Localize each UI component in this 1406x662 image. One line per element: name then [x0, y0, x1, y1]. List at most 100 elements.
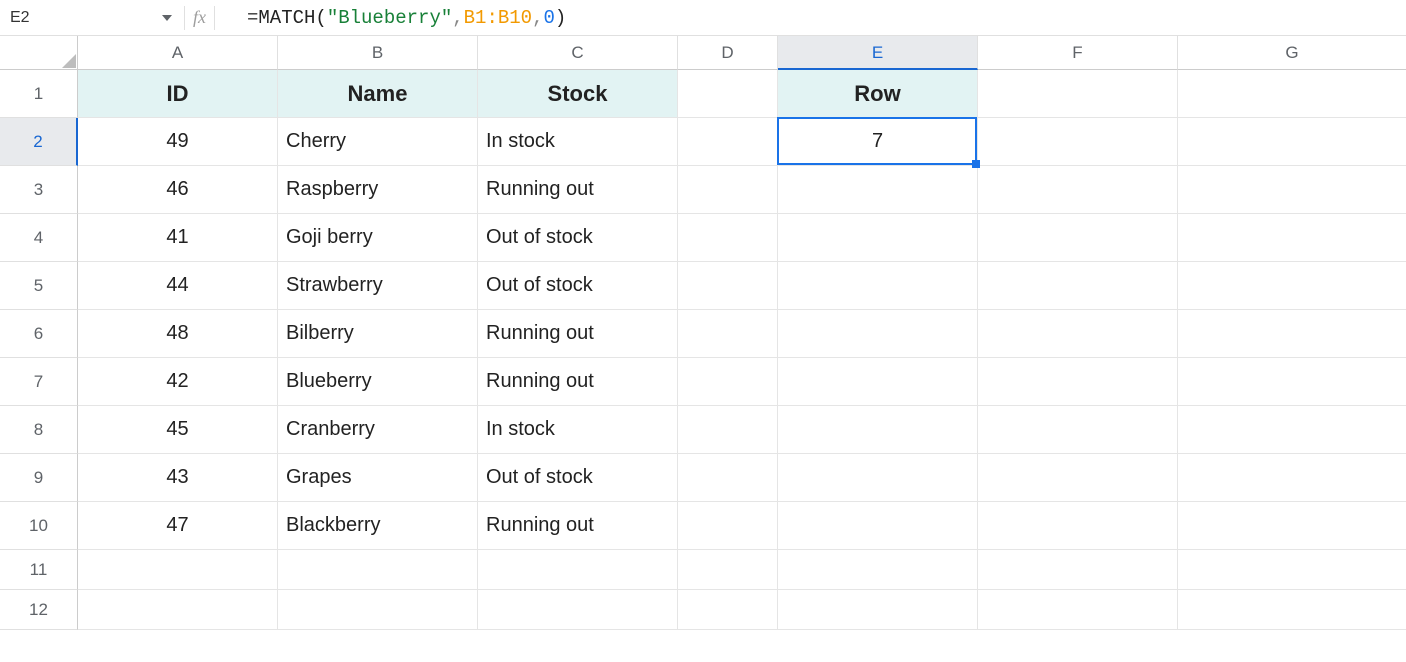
- cell-E5[interactable]: [778, 262, 978, 310]
- cell-B5[interactable]: Strawberry: [278, 262, 478, 310]
- cell-A8[interactable]: 45: [78, 406, 278, 454]
- cell-D6[interactable]: [678, 310, 778, 358]
- column-header-A[interactable]: A: [78, 36, 278, 70]
- cell-C5[interactable]: Out of stock: [478, 262, 678, 310]
- cell-A7[interactable]: 42: [78, 358, 278, 406]
- cell-B2[interactable]: Cherry: [278, 118, 478, 166]
- cell-E6[interactable]: [778, 310, 978, 358]
- cell-B12[interactable]: [278, 590, 478, 630]
- cell-D7[interactable]: [678, 358, 778, 406]
- name-box[interactable]: E2: [4, 9, 84, 27]
- cell-F10[interactable]: [978, 502, 1178, 550]
- cell-D3[interactable]: [678, 166, 778, 214]
- cell-E12[interactable]: [778, 590, 978, 630]
- cell-G6[interactable]: [1178, 310, 1406, 358]
- column-header-G[interactable]: G: [1178, 36, 1406, 70]
- cell-E9[interactable]: [778, 454, 978, 502]
- column-header-D[interactable]: D: [678, 36, 778, 70]
- cell-F3[interactable]: [978, 166, 1178, 214]
- cell-C1[interactable]: Stock: [478, 70, 678, 118]
- row-header-1[interactable]: 1: [0, 70, 78, 118]
- cell-A2[interactable]: 49: [78, 118, 278, 166]
- cell-F7[interactable]: [978, 358, 1178, 406]
- cell-A10[interactable]: 47: [78, 502, 278, 550]
- cell-F2[interactable]: [978, 118, 1178, 166]
- cell-A1[interactable]: ID: [78, 70, 278, 118]
- cell-C12[interactable]: [478, 590, 678, 630]
- cell-E2[interactable]: 7: [778, 118, 978, 166]
- cell-A6[interactable]: 48: [78, 310, 278, 358]
- column-header-C[interactable]: C: [478, 36, 678, 70]
- cell-C2[interactable]: In stock: [478, 118, 678, 166]
- cell-B6[interactable]: Bilberry: [278, 310, 478, 358]
- cell-E10[interactable]: [778, 502, 978, 550]
- cell-F11[interactable]: [978, 550, 1178, 590]
- cell-F8[interactable]: [978, 406, 1178, 454]
- column-header-E[interactable]: E: [778, 36, 978, 70]
- row-header-10[interactable]: 10: [0, 502, 78, 550]
- cell-G3[interactable]: [1178, 166, 1406, 214]
- cell-E7[interactable]: [778, 358, 978, 406]
- cell-G11[interactable]: [1178, 550, 1406, 590]
- cell-C10[interactable]: Running out: [478, 502, 678, 550]
- cell-C7[interactable]: Running out: [478, 358, 678, 406]
- cell-B10[interactable]: Blackberry: [278, 502, 478, 550]
- cell-D12[interactable]: [678, 590, 778, 630]
- cell-E1[interactable]: Row: [778, 70, 978, 118]
- cell-C9[interactable]: Out of stock: [478, 454, 678, 502]
- cell-F1[interactable]: [978, 70, 1178, 118]
- cell-G8[interactable]: [1178, 406, 1406, 454]
- cell-D4[interactable]: [678, 214, 778, 262]
- row-header-8[interactable]: 8: [0, 406, 78, 454]
- cell-D8[interactable]: [678, 406, 778, 454]
- cell-C11[interactable]: [478, 550, 678, 590]
- cell-B9[interactable]: Grapes: [278, 454, 478, 502]
- cell-G10[interactable]: [1178, 502, 1406, 550]
- formula-input[interactable]: =MATCH("Blueberry",B1:B10,0): [215, 7, 1406, 29]
- row-header-3[interactable]: 3: [0, 166, 78, 214]
- name-box-dropdown[interactable]: [84, 15, 184, 21]
- cell-F4[interactable]: [978, 214, 1178, 262]
- cell-A4[interactable]: 41: [78, 214, 278, 262]
- cell-A3[interactable]: 46: [78, 166, 278, 214]
- cell-B1[interactable]: Name: [278, 70, 478, 118]
- cell-B8[interactable]: Cranberry: [278, 406, 478, 454]
- cell-D9[interactable]: [678, 454, 778, 502]
- cell-G5[interactable]: [1178, 262, 1406, 310]
- cell-G7[interactable]: [1178, 358, 1406, 406]
- cell-G2[interactable]: [1178, 118, 1406, 166]
- cell-C8[interactable]: In stock: [478, 406, 678, 454]
- cell-B11[interactable]: [278, 550, 478, 590]
- cell-A12[interactable]: [78, 590, 278, 630]
- cell-D10[interactable]: [678, 502, 778, 550]
- cell-G4[interactable]: [1178, 214, 1406, 262]
- cell-F12[interactable]: [978, 590, 1178, 630]
- cell-D2[interactable]: [678, 118, 778, 166]
- cell-C3[interactable]: Running out: [478, 166, 678, 214]
- cell-C4[interactable]: Out of stock: [478, 214, 678, 262]
- row-header-7[interactable]: 7: [0, 358, 78, 406]
- row-header-6[interactable]: 6: [0, 310, 78, 358]
- cell-G1[interactable]: [1178, 70, 1406, 118]
- column-header-B[interactable]: B: [278, 36, 478, 70]
- cell-F5[interactable]: [978, 262, 1178, 310]
- cell-D5[interactable]: [678, 262, 778, 310]
- row-header-5[interactable]: 5: [0, 262, 78, 310]
- cell-F9[interactable]: [978, 454, 1178, 502]
- select-all-corner[interactable]: [0, 36, 78, 70]
- row-header-4[interactable]: 4: [0, 214, 78, 262]
- row-header-12[interactable]: 12: [0, 590, 78, 630]
- row-header-9[interactable]: 9: [0, 454, 78, 502]
- cell-D1[interactable]: [678, 70, 778, 118]
- cell-E8[interactable]: [778, 406, 978, 454]
- spreadsheet-grid[interactable]: ABCDEFG1IDNameStockRow249CherryIn stock7…: [0, 36, 1406, 630]
- column-header-F[interactable]: F: [978, 36, 1178, 70]
- cell-D11[interactable]: [678, 550, 778, 590]
- row-header-2[interactable]: 2: [0, 118, 78, 166]
- cell-C6[interactable]: Running out: [478, 310, 678, 358]
- cell-B4[interactable]: Goji berry: [278, 214, 478, 262]
- cell-G12[interactable]: [1178, 590, 1406, 630]
- cell-A5[interactable]: 44: [78, 262, 278, 310]
- cell-E4[interactable]: [778, 214, 978, 262]
- cell-E3[interactable]: [778, 166, 978, 214]
